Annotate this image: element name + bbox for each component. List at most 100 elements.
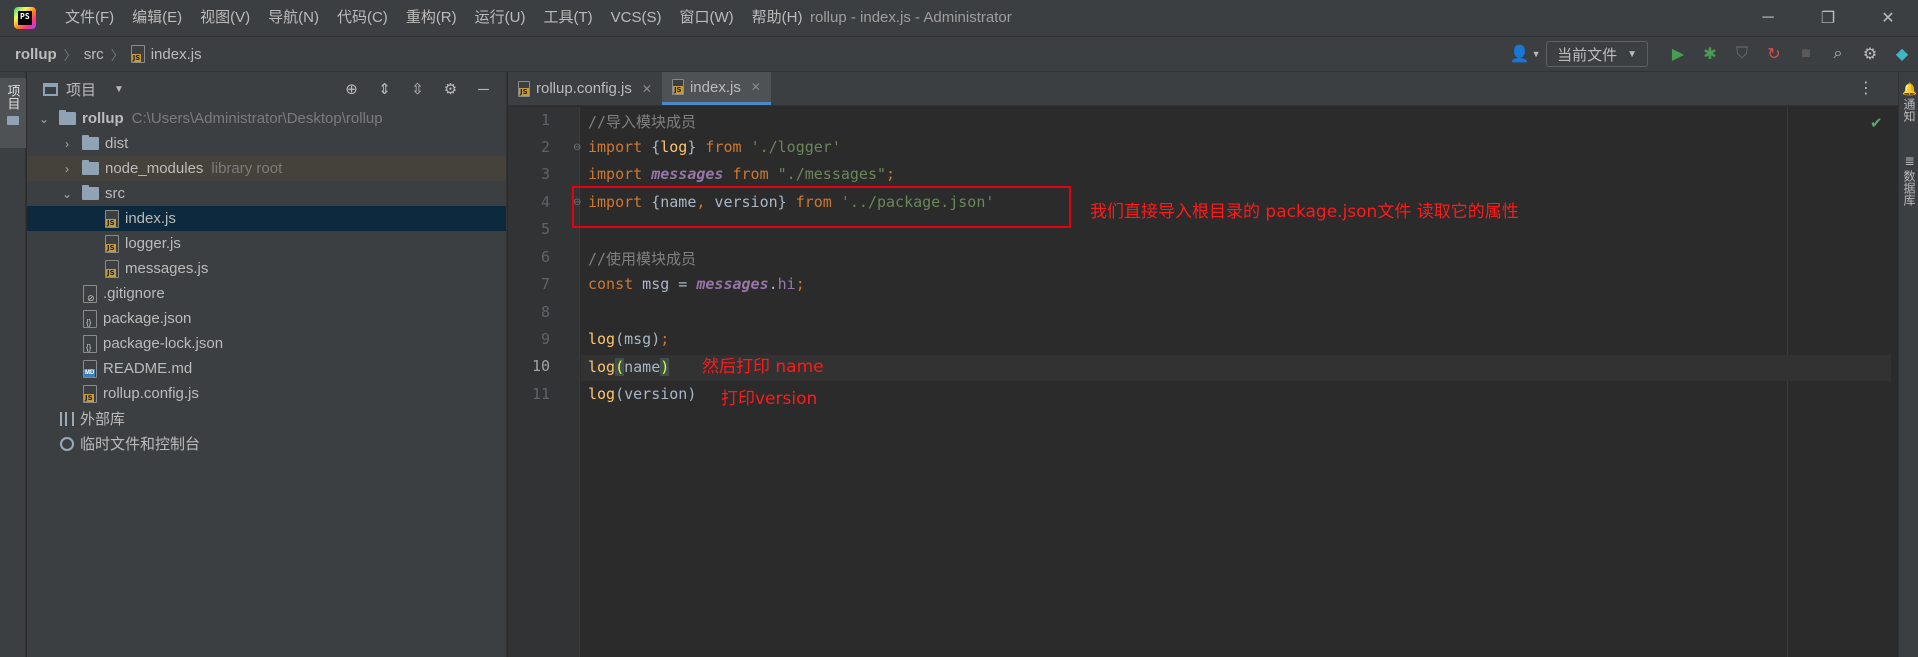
- minimize-icon[interactable]: ─: [1738, 0, 1798, 36]
- menu-tools[interactable]: 工具(T): [534, 0, 601, 36]
- close-icon[interactable]: ✕: [1858, 0, 1918, 36]
- tree-item-label: dist: [105, 135, 129, 152]
- database-tool-tab[interactable]: ≣ 数据库: [1901, 154, 1918, 206]
- line-number: 7: [540, 275, 550, 293]
- coverage-icon[interactable]: ⛉: [1726, 37, 1758, 71]
- tree-item-index-js[interactable]: index.js: [27, 206, 506, 231]
- nav-toolbar: 👤 ▼ 当前文件 ▼ ▶ ✱ ⛉ ↻ ■ ⌕ ⚙ ◆: [1504, 37, 1918, 71]
- menu-file[interactable]: 文件(F): [56, 0, 123, 36]
- project-tool-tab[interactable]: 项目: [0, 78, 26, 148]
- json-file-icon: [83, 334, 97, 353]
- tree-item-label: logger.js: [125, 235, 181, 252]
- run-config-select[interactable]: 当前文件 ▼: [1546, 41, 1648, 67]
- tree-item-logger-js[interactable]: logger.js: [27, 231, 506, 256]
- breadcrumb-folder[interactable]: src: [84, 46, 104, 63]
- run-icon[interactable]: ▶: [1662, 37, 1694, 71]
- tree-item-messages-js[interactable]: messages.js: [27, 256, 506, 281]
- chevron-down-icon[interactable]: ⌄: [60, 187, 74, 201]
- tree-item-rollup[interactable]: ⌄ rollup C:\Users\Administrator\Desktop\…: [27, 106, 506, 131]
- folder-icon: [7, 116, 19, 125]
- debug-icon[interactable]: ✱: [1694, 37, 1726, 71]
- locate-icon[interactable]: ⊕: [335, 72, 368, 106]
- notifications-tool-tab[interactable]: 🔔 通知: [1901, 82, 1918, 122]
- breadcrumb-file[interactable]: index.js: [151, 46, 202, 63]
- restore-icon[interactable]: ❐: [1798, 0, 1858, 36]
- user-icon[interactable]: 👤 ▼: [1504, 37, 1546, 71]
- line-number: 5: [540, 220, 550, 238]
- collapse-all-icon[interactable]: ⇳: [401, 72, 434, 106]
- line-number: 9: [540, 330, 550, 348]
- tab-rollup-config[interactable]: rollup.config.js ✕: [508, 72, 662, 105]
- menu-run[interactable]: 运行(U): [466, 0, 535, 36]
- close-tab-icon[interactable]: ✕: [642, 82, 652, 96]
- code-line-9: log(msg);: [588, 330, 670, 348]
- annotation-line-10: 然后打印 name: [702, 357, 824, 377]
- tree-item-node-modules[interactable]: › node_modules library root: [27, 156, 506, 181]
- menu-window[interactable]: 窗口(W): [670, 0, 742, 36]
- code-line-1: //导入模块成员: [588, 113, 697, 131]
- markdown-file-icon: [83, 359, 97, 378]
- js-file-icon: [105, 209, 119, 228]
- stop-icon[interactable]: ■: [1790, 37, 1822, 71]
- chevron-right-icon[interactable]: ›: [60, 137, 74, 151]
- tree-item-dist[interactable]: › dist: [27, 131, 506, 156]
- chevron-down-icon: ▼: [1627, 48, 1637, 60]
- chevron-down-icon[interactable]: ⌄: [37, 112, 51, 126]
- tab-index-js[interactable]: index.js ✕: [661, 72, 771, 105]
- chevron-down-icon[interactable]: ▼: [114, 84, 124, 95]
- tree-item-gitignore[interactable]: .gitignore: [27, 281, 506, 306]
- line-number: 11: [531, 385, 550, 403]
- tree-item-external-libraries[interactable]: 外部库: [27, 406, 506, 431]
- folder-icon: [59, 110, 76, 125]
- database-icon: ≣: [1904, 154, 1915, 168]
- breadcrumb-root[interactable]: rollup: [15, 46, 57, 63]
- line-number-current: 10: [531, 357, 550, 375]
- tree-item-scratches[interactable]: 临时文件和控制台: [27, 431, 506, 456]
- menu-edit[interactable]: 编辑(E): [123, 0, 191, 36]
- menu-navigate[interactable]: 导航(N): [259, 0, 328, 36]
- code-line-6: //使用模块成员: [588, 250, 697, 268]
- menu-view[interactable]: 视图(V): [191, 0, 259, 36]
- settings-gear-icon[interactable]: ⚙: [1854, 37, 1886, 71]
- notifications-label: 通知: [1902, 98, 1916, 122]
- tree-item-label: node_modules: [105, 160, 204, 177]
- js-file-icon: [671, 79, 684, 95]
- menu-help[interactable]: 帮助(H): [743, 0, 812, 36]
- menu-refactor[interactable]: 重构(R): [397, 0, 466, 36]
- line-number: 2: [540, 138, 550, 156]
- code-line-11: log(version): [588, 385, 697, 403]
- right-tool-strip: 🔔 通知 ≣ 数据库: [1898, 72, 1918, 657]
- tree-item-readme[interactable]: README.md: [27, 356, 506, 381]
- window-title: rollup - index.js - Administrator: [810, 9, 1012, 26]
- search-icon[interactable]: ⌕: [1822, 37, 1854, 71]
- tree-item-label: package-lock.json: [103, 335, 224, 352]
- project-panel-title[interactable]: 项目: [66, 79, 96, 100]
- tree-item-src[interactable]: ⌄ src: [27, 181, 506, 206]
- tree-item-package-json[interactable]: package.json: [27, 306, 506, 331]
- code-line-7: const msg = messages.hi;: [588, 275, 805, 293]
- project-tree: ⌄ rollup C:\Users\Administrator\Desktop\…: [27, 106, 506, 456]
- library-icon: [60, 411, 74, 426]
- code-line-2: import {log} from './logger': [588, 138, 841, 156]
- folder-icon: [82, 185, 99, 200]
- profile-icon[interactable]: ↻: [1758, 37, 1790, 71]
- navigation-bar: rollup 〉 src 〉 index.js 👤▼ 当前文件 ▼ ▶ ✱ ⛉ …: [0, 36, 1918, 72]
- tree-item-label: .gitignore: [103, 285, 165, 302]
- tree-item-package-lock-json[interactable]: package-lock.json: [27, 331, 506, 356]
- inspection-ok-icon[interactable]: ✔: [1870, 114, 1883, 132]
- js-file-icon: [518, 80, 530, 97]
- more-options-icon[interactable]: ⋮: [1858, 72, 1874, 106]
- code-line-3: import messages from "./messages";: [588, 165, 896, 183]
- hide-icon[interactable]: ─: [467, 72, 500, 106]
- plugin-icon[interactable]: ◆: [1886, 37, 1918, 71]
- tree-item-rollup-config[interactable]: rollup.config.js: [27, 381, 506, 406]
- expand-all-icon[interactable]: ⇕: [368, 72, 401, 106]
- line-number: 1: [540, 111, 550, 129]
- bell-icon: 🔔: [1902, 82, 1917, 96]
- chevron-right-icon[interactable]: ›: [60, 162, 74, 176]
- menu-vcs[interactable]: VCS(S): [602, 0, 671, 36]
- close-tab-icon[interactable]: ✕: [751, 80, 761, 94]
- settings-gear-icon[interactable]: ⚙: [434, 72, 467, 106]
- database-label: 数据库: [1902, 170, 1916, 206]
- menu-code[interactable]: 代码(C): [328, 0, 397, 36]
